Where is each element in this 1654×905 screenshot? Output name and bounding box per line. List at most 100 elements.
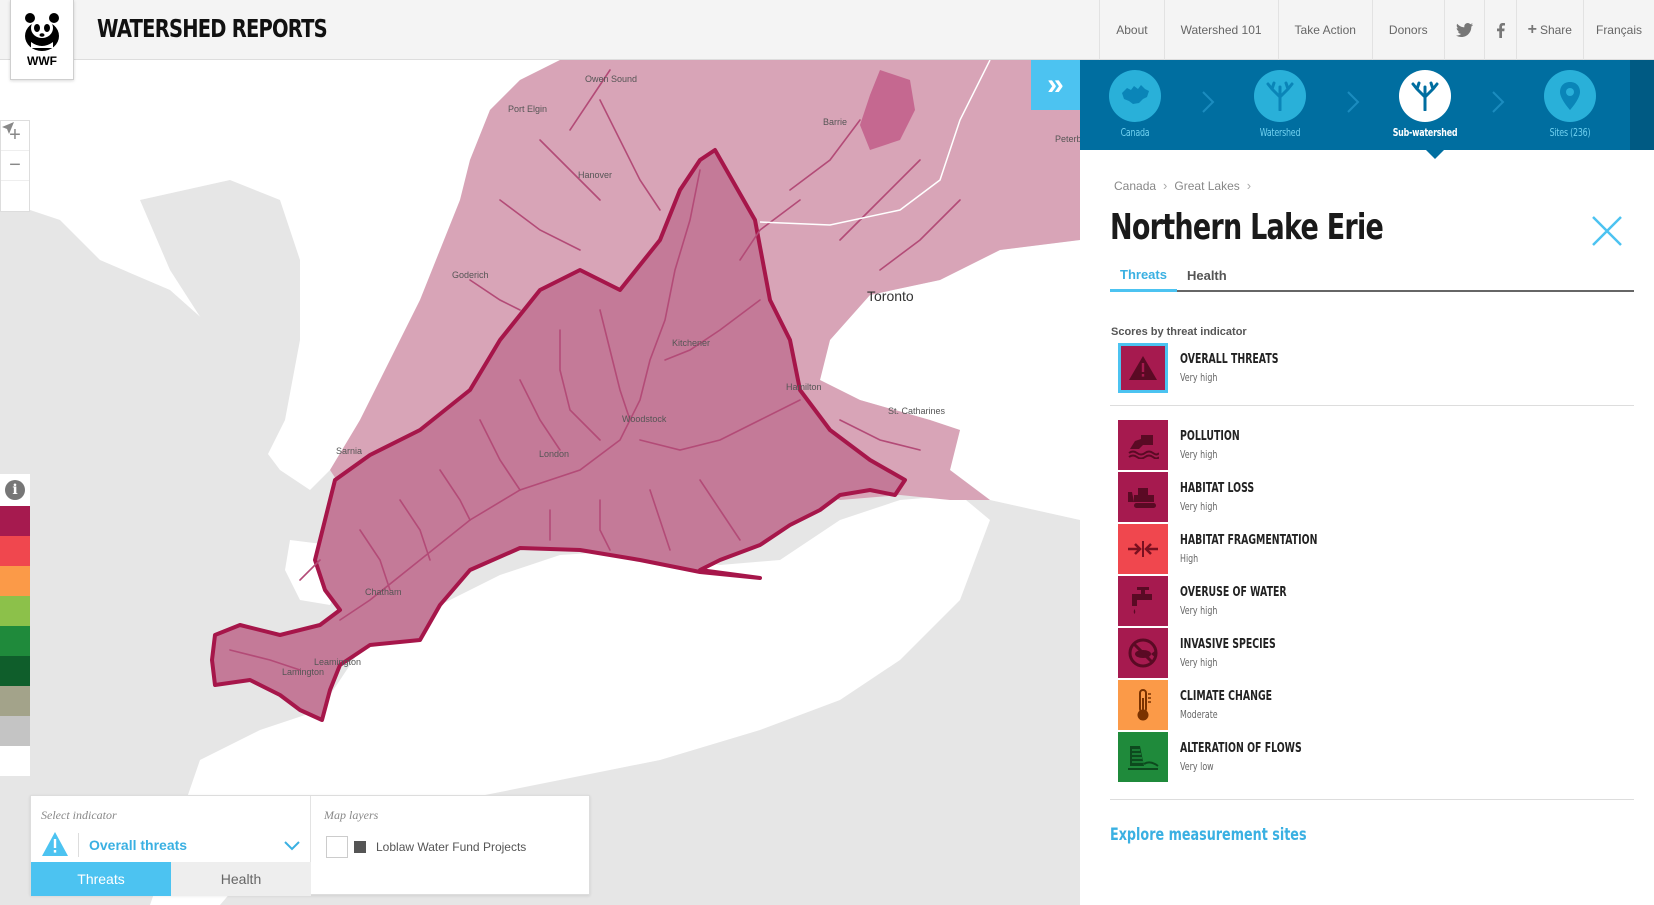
warning-icon (1118, 343, 1168, 393)
threat-name: HABITAT LOSS (1180, 481, 1255, 496)
bulldozer-icon (1118, 472, 1168, 522)
subwatershed-tree-icon (1399, 70, 1451, 122)
threat-level: High (1180, 552, 1199, 565)
threat-row-alteration-of-flows[interactable]: ALTERATION OF FLOWS Very low (1118, 732, 1618, 782)
legend-swatch (0, 506, 30, 536)
legend-swatch (0, 686, 30, 716)
expand-panel-button[interactable]: » (1031, 60, 1080, 110)
threat-name: POLLUTION (1180, 429, 1240, 444)
facebook-icon[interactable] (1483, 0, 1516, 60)
threat-row-climate-change[interactable]: CLIMATE CHANGE Moderate (1118, 680, 1618, 730)
logo-text: WWF (27, 53, 57, 68)
double-chevron-right-icon: » (1047, 68, 1064, 101)
place-toronto: Toronto (867, 288, 914, 304)
legend-swatch (0, 716, 30, 746)
layer-item[interactable]: Loblaw Water Fund Projects (326, 836, 526, 858)
zoom-out-button[interactable]: − (1, 151, 29, 181)
step-canada[interactable]: Canada (1090, 70, 1180, 139)
place-hamilton: Hamilton (786, 382, 822, 392)
layer-checkbox[interactable] (326, 836, 348, 858)
warning-icon (41, 831, 69, 859)
step-label-canada: Canada (1120, 126, 1150, 139)
nav-take-action[interactable]: Take Action (1277, 0, 1372, 60)
threat-row-habitat-loss[interactable]: HABITAT LOSS Very high (1118, 472, 1618, 522)
divider (1110, 799, 1634, 800)
place-st-catharines: St. Catharines (888, 406, 946, 416)
nav-donors[interactable]: Donors (1371, 0, 1444, 60)
place-hanover: Hanover (578, 170, 613, 180)
threat-row-pollution[interactable]: POLLUTION Very high (1118, 420, 1618, 470)
indicator-dropdown[interactable]: Overall threats (41, 830, 301, 860)
threat-row-overuse-of-water[interactable]: OVERUSE OF WATER Very high (1118, 576, 1618, 626)
select-indicator-section: Select indicator Overall threats Threats… (31, 796, 311, 896)
info-icon: i (5, 480, 25, 500)
nav-language[interactable]: Français (1582, 0, 1654, 60)
legend-swatch (0, 566, 30, 596)
chevron-right-icon (1492, 91, 1505, 113)
map-layers-label: Map layers (324, 808, 379, 822)
active-step-indicator (1426, 150, 1444, 159)
step-watershed[interactable]: Watershed (1235, 70, 1325, 139)
threat-row-habitat-fragmentation[interactable]: HABITAT FRAGMENTATION High (1118, 524, 1618, 574)
site-header: WWF WATERSHED REPORTS About Watershed 10… (0, 0, 1654, 80)
threat-row-invasive-species[interactable]: INVASIVE SPECIES Very high (1118, 628, 1618, 678)
breadcrumb-great-lakes[interactable]: Great Lakes (1174, 179, 1239, 193)
step-sites[interactable]: Sites (236) (1525, 70, 1615, 139)
explore-sites-link[interactable]: Explore measurement sites (1110, 825, 1307, 845)
panda-icon (25, 12, 59, 51)
legend-info-button[interactable]: i (0, 474, 30, 506)
tab-threats[interactable]: Threats (1110, 260, 1177, 292)
close-icon[interactable] (1590, 214, 1624, 248)
panel-title: Northern Lake Erie (1110, 207, 1384, 248)
map-pin-icon (1544, 70, 1596, 122)
stepper-edge (1630, 60, 1654, 150)
threat-level: Very high (1180, 371, 1218, 384)
indicator-tab-health[interactable]: Health (171, 862, 311, 896)
legend-swatch (0, 596, 30, 626)
canada-map-icon (1109, 70, 1161, 122)
nav-about[interactable]: About (1099, 0, 1163, 60)
step-label-sites: Sites (236) (1549, 126, 1591, 139)
location-arrow-icon (2, 122, 14, 134)
threat-row-overall[interactable]: OVERALL THREATS Very high (1118, 343, 1618, 393)
legend-swatch (0, 536, 30, 566)
chevron-right-icon (1202, 91, 1215, 113)
zoom-controls: + − (0, 120, 30, 212)
place-peterborough: Peterb (1055, 134, 1080, 144)
threat-level: Very high (1180, 604, 1218, 617)
panel-tabs: Threats Health (1110, 260, 1634, 292)
share-label: Share (1539, 23, 1572, 37)
thermometer-icon (1118, 680, 1168, 730)
layer-label: Loblaw Water Fund Projects (376, 840, 527, 854)
map-canvas[interactable]: Owen Sound Port Elgin Barrie Hanover Pet… (0, 60, 1080, 905)
watershed-tree-icon (1254, 70, 1306, 122)
place-leamington: Leamington (314, 657, 362, 667)
threat-level: Very low (1180, 760, 1214, 773)
breadcrumb-separator-icon: › (1246, 178, 1252, 193)
breadcrumb-canada[interactable]: Canada (1114, 179, 1156, 193)
site-title[interactable]: WATERSHED REPORTS (97, 14, 328, 43)
dropdown-separator (78, 833, 79, 857)
place-barrie: Barrie (823, 117, 848, 127)
invasive-species-icon (1118, 628, 1168, 678)
indicator-tab-threats[interactable]: Threats (31, 862, 171, 896)
top-navigation: About Watershed 101 Take Action Donors +… (1099, 0, 1654, 60)
map-graphic (0, 60, 1080, 905)
place-kitchener: Kitchener (672, 338, 711, 348)
pollution-icon (1118, 420, 1168, 470)
dam-icon (1118, 732, 1168, 782)
twitter-icon[interactable] (1443, 0, 1484, 60)
share-button[interactable]: + Share (1515, 0, 1583, 60)
select-indicator-label: Select indicator (41, 808, 117, 822)
threat-text: CLIMATE CHANGE Moderate (1180, 689, 1308, 721)
locate-button[interactable] (1, 122, 29, 211)
tab-health[interactable]: Health (1177, 260, 1237, 290)
step-subwatershed[interactable]: Sub-watershed (1380, 70, 1470, 139)
legend-swatch (0, 656, 30, 686)
place-sarnia: Sarnia (336, 446, 363, 456)
chevron-right-icon (1347, 91, 1360, 113)
wwf-logo[interactable]: WWF (10, 0, 74, 80)
place-woodstock: Woodstock (622, 414, 667, 424)
threat-text: ALTERATION OF FLOWS Very low (1180, 741, 1349, 773)
nav-watershed-101[interactable]: Watershed 101 (1163, 0, 1278, 60)
